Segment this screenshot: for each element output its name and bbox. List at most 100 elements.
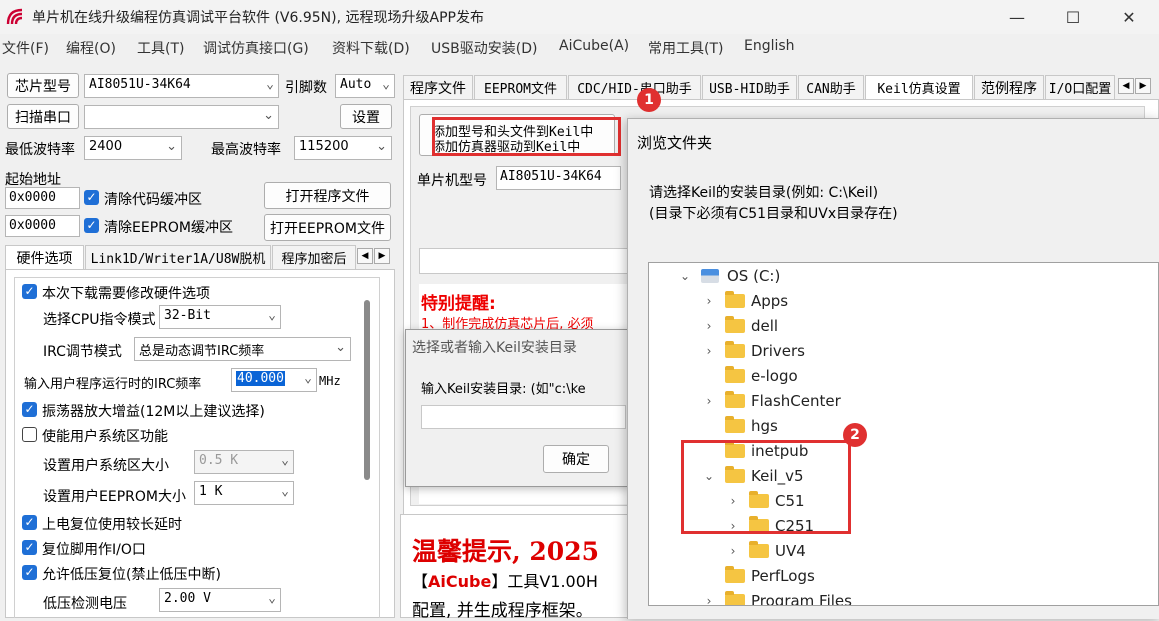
chevron-down-icon[interactable]: ⌄ bbox=[677, 269, 693, 283]
tab-program-encrypt[interactable]: 程序加密后 bbox=[272, 245, 356, 269]
modify-hw-checkbox[interactable]: ✓ bbox=[22, 284, 37, 299]
serial-port-select[interactable]: ⌄ bbox=[84, 105, 279, 129]
low-voltage-reset-checkbox[interactable]: ✓ bbox=[22, 565, 37, 580]
keil-dir-ok-button[interactable]: 确定 bbox=[543, 445, 609, 473]
low-voltage-select[interactable]: 2.00 V ⌄ bbox=[159, 588, 281, 612]
max-baud-label: 最高波特率 bbox=[211, 142, 281, 158]
tree-row[interactable]: › FlashCenter bbox=[701, 388, 841, 413]
tree-row[interactable]: hgs bbox=[701, 413, 778, 438]
maximize-button[interactable]: ☐ bbox=[1050, 0, 1096, 34]
chevron-right-icon[interactable]: › bbox=[701, 344, 717, 358]
user-system-size-select[interactable]: 0.5 K ⌄ bbox=[194, 450, 294, 474]
tab-keil-sim-settings[interactable]: Keil仿真设置 bbox=[865, 75, 973, 99]
tree-row[interactable]: › dell bbox=[701, 313, 778, 338]
tab-scroll-left-icon[interactable]: ◀ bbox=[1118, 78, 1134, 94]
tree-row-label: FlashCenter bbox=[751, 391, 841, 410]
menu-english[interactable]: English bbox=[744, 38, 795, 54]
irc-mode-value: 总是动态调节IRC频率 bbox=[139, 344, 265, 359]
osc-gain-checkbox[interactable]: ✓ bbox=[22, 402, 37, 417]
chip-model-value: AI8051U-34K64 bbox=[89, 77, 191, 92]
tree-row[interactable]: › Program Files bbox=[701, 588, 852, 606]
menu-program[interactable]: 编程(O) bbox=[66, 38, 116, 58]
tree-row[interactable]: ⌄ OS (C:) bbox=[677, 263, 780, 288]
tree-row-label: Program Files bbox=[751, 591, 852, 606]
keil-dir-input[interactable] bbox=[421, 405, 626, 429]
annotation-badge-2: 2 bbox=[843, 423, 867, 447]
chevron-right-icon[interactable]: › bbox=[701, 594, 717, 606]
min-baud-value: 2400 bbox=[89, 139, 123, 154]
irc-unit-label: MHz bbox=[319, 374, 341, 388]
clear-code-checkbox[interactable]: ✓ bbox=[84, 190, 99, 205]
warning-title: 特别提醒: bbox=[421, 294, 496, 314]
menu-usb-driver[interactable]: USB驱动安装(D) bbox=[431, 38, 537, 58]
left-tab-strip: 硬件选项 Link1D/Writer1A/U8W脱机 程序加密后 ◀ ▶ bbox=[5, 245, 395, 269]
progress-field bbox=[419, 248, 629, 274]
tree-row[interactable]: PerfLogs bbox=[701, 563, 815, 588]
tree-row[interactable]: › Drivers bbox=[701, 338, 805, 363]
chevron-right-icon[interactable]: › bbox=[701, 394, 717, 408]
tab-scroll-left-icon[interactable]: ◀ bbox=[357, 248, 373, 264]
tab-usb-hid[interactable]: USB-HID助手 bbox=[702, 75, 797, 99]
window-title: 单片机在线升级编程仿真调试平台软件 (V6.95N), 远程现场升级APP发布 bbox=[32, 10, 484, 26]
pin-count-label: 引脚数 bbox=[285, 80, 327, 96]
annotation-badge-1: 1 bbox=[637, 88, 661, 112]
tips-line-1: 【AiCube】工具V1.00H bbox=[412, 568, 598, 592]
chip-model-select[interactable]: AI8051U-34K64 ⌄ bbox=[84, 74, 279, 98]
tab-can[interactable]: CAN助手 bbox=[798, 75, 864, 99]
tab-program-file[interactable]: 程序文件 bbox=[403, 75, 473, 99]
options-scrollbar-thumb[interactable] bbox=[364, 300, 370, 480]
close-button[interactable]: ✕ bbox=[1106, 0, 1152, 34]
user-system-checkbox[interactable] bbox=[22, 427, 37, 442]
tab-example-programs[interactable]: 范例程序 bbox=[974, 75, 1044, 99]
menu-file[interactable]: 文件(F) bbox=[2, 38, 49, 58]
code-start-address-input[interactable]: 0x0000 bbox=[5, 187, 80, 209]
chip-model-button[interactable]: 芯片型号 bbox=[7, 73, 79, 98]
tab-scroll-right-icon[interactable]: ▶ bbox=[1135, 78, 1151, 94]
highlight-box-2 bbox=[681, 440, 851, 534]
port-settings-button[interactable]: 设置 bbox=[340, 104, 392, 129]
start-address-label: 起始地址 bbox=[5, 172, 61, 188]
irc-frequency-select[interactable]: 40.000 ⌄ bbox=[231, 368, 317, 392]
long-reset-delay-checkbox[interactable]: ✓ bbox=[22, 515, 37, 530]
scan-port-button[interactable]: 扫描串口 bbox=[7, 104, 79, 129]
irc-mode-select[interactable]: 总是动态调节IRC频率 ⌄ bbox=[134, 337, 351, 361]
tips-version: 】工具V1.00H bbox=[491, 572, 598, 591]
min-baud-select[interactable]: 2400 ⌄ bbox=[84, 136, 182, 160]
pin-count-select[interactable]: Auto ⌄ bbox=[335, 74, 395, 98]
chevron-down-icon: ⌄ bbox=[268, 308, 276, 323]
irc-frequency-value: 40.000 bbox=[236, 371, 285, 386]
menu-tools[interactable]: 工具(T) bbox=[137, 38, 184, 58]
open-eeprom-file-button[interactable]: 打开EEPROM文件 bbox=[264, 214, 391, 241]
tree-row[interactable]: › Apps bbox=[701, 288, 788, 313]
tab-hardware-options[interactable]: 硬件选项 bbox=[5, 245, 84, 269]
max-baud-select[interactable]: 115200 ⌄ bbox=[294, 136, 392, 160]
menu-aicube[interactable]: AiCube(A) bbox=[559, 38, 629, 54]
eeprom-start-address-input[interactable]: 0x0000 bbox=[5, 215, 80, 237]
chevron-right-icon[interactable]: › bbox=[701, 294, 717, 308]
user-eeprom-size-select[interactable]: 1 K ⌄ bbox=[194, 481, 294, 505]
tab-io-config[interactable]: I/O口配置 bbox=[1045, 75, 1115, 99]
menu-common-tools[interactable]: 常用工具(T) bbox=[648, 38, 723, 58]
menu-debug-interface[interactable]: 调试仿真接口(G) bbox=[203, 38, 309, 58]
user-system-label: 使能用户系统区功能 bbox=[42, 429, 168, 445]
folder-icon bbox=[725, 340, 745, 358]
cpu-mode-select[interactable]: 32-Bit ⌄ bbox=[159, 305, 281, 329]
open-program-file-button[interactable]: 打开程序文件 bbox=[264, 182, 391, 209]
chevron-right-icon[interactable]: › bbox=[701, 319, 717, 333]
pin-count-value: Auto bbox=[340, 77, 372, 92]
right-tab-strip: 程序文件 EEPROM文件 CDC/HID-串口助手 USB-HID助手 CAN… bbox=[403, 75, 1159, 99]
reset-pin-io-checkbox[interactable]: ✓ bbox=[22, 540, 37, 555]
clear-eeprom-checkbox[interactable]: ✓ bbox=[84, 218, 99, 233]
tab-scroll-right-icon[interactable]: ▶ bbox=[374, 248, 390, 264]
tree-row[interactable]: › UV4 bbox=[725, 538, 806, 563]
tab-cdc-hid-serial[interactable]: CDC/HID-串口助手 bbox=[568, 75, 701, 99]
minimize-button[interactable]: — bbox=[994, 0, 1040, 34]
tab-offline-writer[interactable]: Link1D/Writer1A/U8W脱机 bbox=[85, 245, 271, 269]
tab-eeprom-file[interactable]: EEPROM文件 bbox=[474, 75, 567, 99]
tree-row-label: Apps bbox=[751, 291, 789, 310]
folder-icon bbox=[725, 290, 745, 308]
chevron-right-icon[interactable]: › bbox=[725, 544, 741, 558]
menu-downloads[interactable]: 资料下载(D) bbox=[332, 38, 410, 58]
tree-row[interactable]: e-logo bbox=[701, 363, 798, 388]
folder-icon bbox=[725, 390, 745, 408]
